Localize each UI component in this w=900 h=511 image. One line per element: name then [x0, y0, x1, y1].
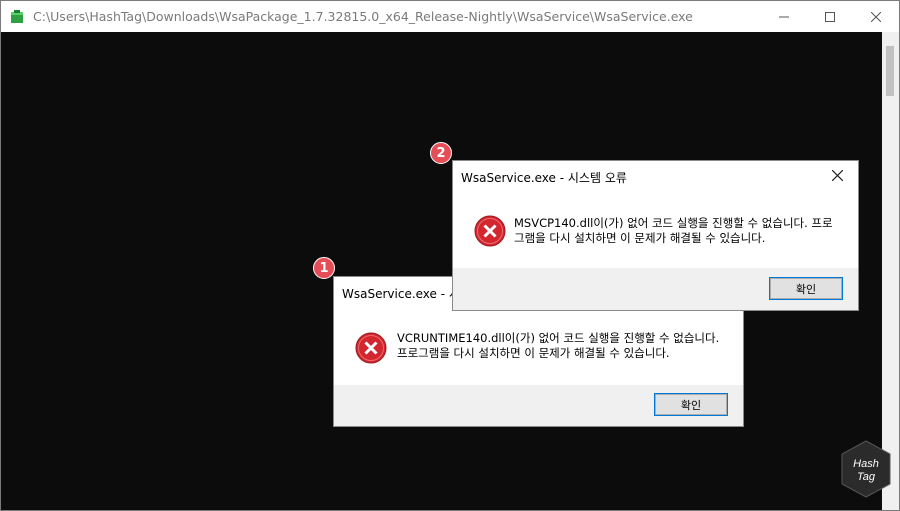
- dialog-message-line-1: VCRUNTIME140.dll이(가) 없어 코드 실행을 진행할 수 없습니…: [397, 331, 720, 345]
- dialog-title: WsaService.exe - 시스템 오류: [461, 171, 627, 185]
- scroll-thumb[interactable]: [886, 46, 894, 96]
- error-icon: [474, 215, 506, 247]
- vertical-scrollbar[interactable]: [882, 32, 899, 510]
- minimize-button[interactable]: [761, 1, 807, 32]
- maximize-icon: [825, 11, 835, 22]
- window-titlebar[interactable]: C:\Users\HashTag\Downloads\WsaPackage_1.…: [1, 1, 899, 32]
- dialog-message-line-1: MSVCP140.dll이(가) 없어 코드 실행을 진행할 수 없습니다. 프…: [514, 216, 833, 230]
- minimize-icon: [779, 16, 789, 17]
- logo-text-line-1: Hash: [853, 458, 879, 470]
- error-dialog-2: WsaService.exe - 시스템 오류 MSVCP140.dll이(가)…: [452, 160, 859, 311]
- window-title: C:\Users\HashTag\Downloads\WsaPackage_1.…: [33, 9, 693, 24]
- dialog-footer: 확인: [334, 385, 743, 426]
- step-badge-1: 1: [313, 257, 335, 279]
- hashtag-logo: Hash Tag: [840, 440, 892, 498]
- error-icon: [355, 332, 387, 364]
- maximize-button[interactable]: [807, 1, 853, 32]
- close-icon: [831, 169, 843, 181]
- ok-button[interactable]: 확인: [654, 393, 728, 416]
- dialog-footer: 확인: [453, 268, 858, 310]
- ok-button[interactable]: 확인: [769, 277, 843, 300]
- step-badge-2: 2: [430, 142, 452, 164]
- close-button[interactable]: [853, 1, 899, 32]
- close-icon: [871, 11, 881, 22]
- dialog-message-line-2: 그램을 다시 설치하면 이 문제가 해결될 수 있습니다.: [514, 231, 766, 245]
- dialog-close-button[interactable]: [822, 163, 852, 187]
- logo-text-line-2: Tag: [857, 471, 876, 483]
- dialog-message-line-2: 프로그램을 다시 설치하면 이 문제가 해결될 수 있습니다.: [397, 346, 670, 360]
- green-cube-icon: [11, 9, 23, 23]
